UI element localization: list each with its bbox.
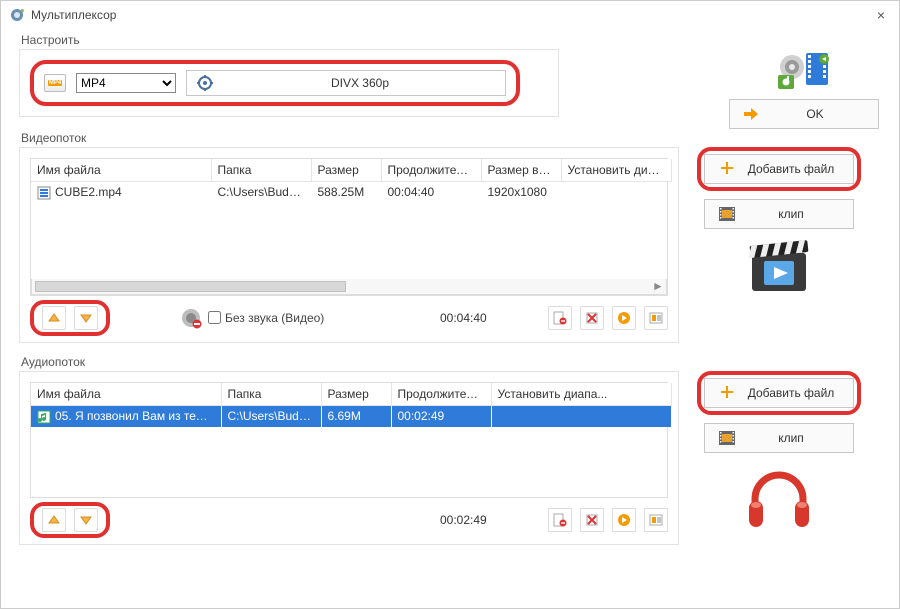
media-stack-icon — [776, 51, 832, 91]
video-panel: Имя файла Папка Размер Продолжитель... Р… — [19, 147, 679, 343]
window-title: Мультиплексор — [31, 8, 116, 22]
titlebar: Мультиплексор × — [1, 1, 899, 29]
close-button[interactable]: × — [871, 7, 891, 23]
audio-table-header: Имя файла Папка Размер Продолжитель... У… — [31, 383, 671, 406]
highlight-configure: MP4 MP4 DIVX 360p — [30, 60, 520, 106]
add-audio-file-button[interactable]: Добавить файл — [704, 378, 854, 408]
scroll-thumb[interactable] — [35, 281, 346, 292]
info-button[interactable] — [644, 306, 668, 330]
app-icon — [9, 7, 25, 23]
move-up-button[interactable] — [42, 306, 66, 330]
remove-file-button[interactable] — [548, 508, 572, 532]
no-audio-checkbox[interactable] — [208, 311, 221, 324]
highlight-video-add: Добавить файл — [697, 147, 861, 191]
headphones-icon — [743, 461, 815, 533]
multiplexer-window: Мультиплексор × Настроить MP4 MP4 DIVX 3… — [0, 0, 900, 609]
video-h-scrollbar[interactable]: ◄ ► — [31, 279, 667, 295]
plus-icon — [719, 385, 735, 401]
video-file-icon — [37, 186, 51, 200]
highlight-audio-add: Добавить файл — [697, 371, 861, 415]
video-table[interactable]: Имя файла Папка Размер Продолжитель... Р… — [30, 158, 668, 296]
no-audio-label: Без звука (Видео) — [225, 311, 324, 325]
play-button[interactable] — [612, 306, 636, 330]
no-audio-icon — [180, 307, 202, 329]
clapperboard-icon — [748, 237, 810, 293]
arrow-right-icon — [744, 108, 758, 120]
filmstrip-icon — [719, 431, 735, 445]
remove-file-button[interactable] — [548, 306, 572, 330]
info-button[interactable] — [644, 508, 668, 532]
clear-list-button[interactable] — [580, 508, 604, 532]
move-up-button[interactable] — [42, 508, 66, 532]
profile-name: DIVX 360p — [225, 76, 495, 90]
clear-list-button[interactable] — [580, 306, 604, 330]
format-icon: MP4 — [44, 74, 66, 92]
configure-panel: MP4 MP4 DIVX 360p — [19, 49, 559, 117]
table-row[interactable]: CUBE2.mp4 C:\Users\Budd... 588.25M 00:04… — [31, 182, 671, 203]
audio-clip-button[interactable]: клип — [704, 423, 854, 453]
video-label: Видеопоток — [21, 131, 881, 145]
top-right-col: OK — [729, 51, 879, 129]
video-table-header: Имя файла Папка Размер Продолжитель... Р… — [31, 159, 671, 182]
audio-right-col: Добавить файл клип — [697, 371, 861, 533]
audio-total-duration: 00:02:49 — [440, 513, 487, 527]
plus-icon — [719, 161, 735, 177]
audio-panel: Имя файла Папка Размер Продолжитель... У… — [19, 371, 679, 545]
audio-label: Аудиопоток — [21, 355, 881, 369]
format-select[interactable]: MP4 — [76, 73, 176, 93]
audio-table[interactable]: Имя файла Папка Размер Продолжитель... У… — [30, 382, 668, 498]
filmstrip-icon — [719, 207, 735, 221]
play-button[interactable] — [612, 508, 636, 532]
highlight-audio-reorder — [30, 502, 110, 538]
ok-button[interactable]: OK — [729, 99, 879, 129]
gear-icon — [197, 75, 213, 91]
audio-file-icon — [37, 410, 51, 424]
video-total-duration: 00:04:40 — [440, 311, 487, 325]
table-row[interactable]: 05. Я позвонил Вам из телефон... C:\User… — [31, 405, 671, 426]
highlight-video-reorder — [30, 300, 110, 336]
video-right-col: Добавить файл клип — [697, 147, 861, 293]
configure-label: Настроить — [21, 33, 881, 47]
scroll-right-icon[interactable]: ► — [650, 279, 666, 293]
move-down-button[interactable] — [74, 508, 98, 532]
add-video-file-button[interactable]: Добавить файл — [704, 154, 854, 184]
move-down-button[interactable] — [74, 306, 98, 330]
video-clip-button[interactable]: клип — [704, 199, 854, 229]
profile-box[interactable]: DIVX 360p — [186, 70, 506, 96]
